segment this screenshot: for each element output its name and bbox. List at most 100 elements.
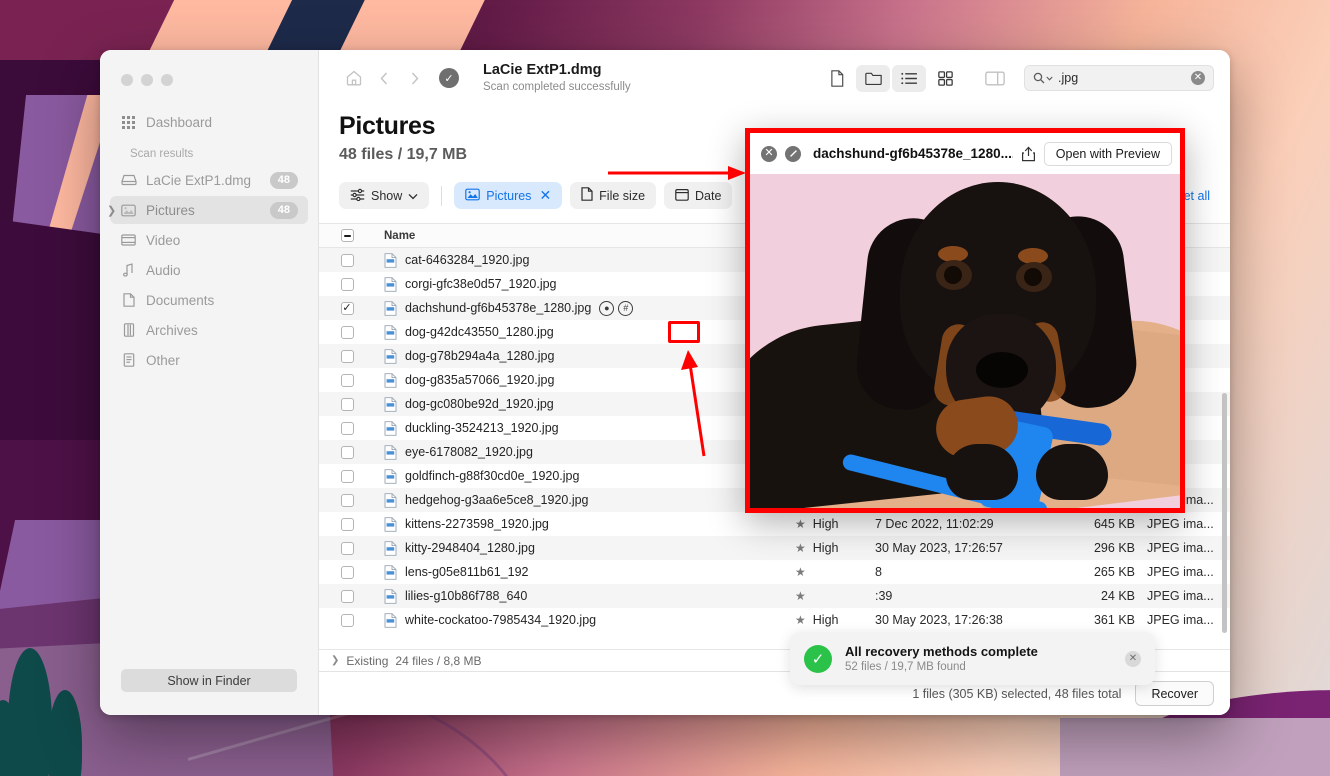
forward-button[interactable] xyxy=(399,63,429,93)
close-icon[interactable]: ✕ xyxy=(1125,650,1141,667)
grid-view-button[interactable] xyxy=(928,65,962,92)
disk-icon xyxy=(120,173,137,188)
filter-chip-label: File size xyxy=(599,188,646,203)
row-checkbox[interactable] xyxy=(340,517,354,531)
recoverability-value: High xyxy=(812,541,839,555)
filter-chip-label: Date xyxy=(695,188,722,203)
preview-header: ✕ dachshund-gf6b45378e_1280.... Open wit… xyxy=(750,133,1180,174)
home-icon[interactable] xyxy=(339,63,369,93)
jpeg-file-icon xyxy=(384,516,397,532)
cell-date: 30 May 2023, 17:26:57 xyxy=(875,541,1003,555)
table-row[interactable]: lilies-g10b86f788_640 ★:39 24 KB JPEG ima..… xyxy=(319,584,1230,608)
sidebar-item-archives[interactable]: Archives xyxy=(110,316,308,344)
sidebar-item-audio[interactable]: Audio xyxy=(110,256,308,284)
sliders-icon xyxy=(350,188,365,204)
cell-name: goldfinch-g88f30cd0e_1920.jpg xyxy=(367,468,795,484)
row-checkbox[interactable] xyxy=(340,493,354,507)
remove-filter-icon[interactable]: ✕ xyxy=(539,187,551,204)
table-row[interactable]: lens-g05e811b61_192 ★ 8 265 KB JPEG ima... xyxy=(319,560,1230,584)
table-row[interactable]: white-cockatoo-7985434_1920.jpg ★ High 30 M… xyxy=(319,608,1230,632)
sidebar-item-other[interactable]: Other xyxy=(110,346,308,374)
row-checkbox[interactable] xyxy=(340,565,354,579)
hash-icon[interactable]: # xyxy=(618,300,634,316)
pictures-icon xyxy=(120,203,137,218)
close-button[interactable] xyxy=(121,74,133,86)
row-checkbox[interactable] xyxy=(340,397,354,411)
table-row[interactable]: kittens-2273598_1920.jpg ★ High 7 Dec 2022,… xyxy=(319,512,1230,536)
search-icon xyxy=(1033,72,1053,84)
row-checkbox[interactable] xyxy=(340,253,354,267)
preview-title: dachshund-gf6b45378e_1280.... xyxy=(813,146,1013,161)
cell-recoverability: ★ High xyxy=(795,541,875,555)
sidebar-item-video[interactable]: Video xyxy=(110,226,308,254)
filter-chip-date[interactable]: Date xyxy=(664,182,733,209)
cell-name: cat-6463284_1920.jpg xyxy=(367,252,795,268)
file-view-button[interactable] xyxy=(820,65,854,92)
recover-button[interactable]: Recover xyxy=(1135,681,1214,706)
cell-name: lilies-g10b86f788_640 xyxy=(367,588,795,604)
image-dog-eye-left xyxy=(936,260,972,290)
table-row[interactable]: kitty-2948404_1280.jpg ★ High 30 May 2023, … xyxy=(319,536,1230,560)
show-filter-button[interactable]: Show xyxy=(339,182,430,209)
document-icon xyxy=(120,293,137,308)
grid-icon xyxy=(120,115,137,130)
chevron-right-icon[interactable]: ❯ xyxy=(107,204,116,217)
toolbar: ✓ LaCie ExtP1.dmg Scan completed success… xyxy=(319,50,1230,106)
close-circle-icon[interactable]: ✕ xyxy=(761,145,777,162)
jpeg-file-icon xyxy=(384,396,397,412)
row-checkbox[interactable] xyxy=(340,373,354,387)
folder-view-button[interactable] xyxy=(856,64,890,92)
row-checkbox[interactable] xyxy=(340,277,354,291)
back-button[interactable] xyxy=(369,63,399,93)
show-in-finder-button[interactable]: Show in Finder xyxy=(121,669,297,692)
cell-name: dog-g78b294a4a_1280.jpg xyxy=(367,348,795,364)
sidebar-item-dashboard[interactable]: Dashboard xyxy=(110,108,308,136)
search-clear-icon[interactable]: ✕ xyxy=(1191,71,1205,85)
row-checkbox[interactable] xyxy=(340,421,354,435)
cell-date: 8 xyxy=(875,565,882,579)
row-checkbox-cell xyxy=(327,589,367,603)
vertical-scrollbar[interactable] xyxy=(1222,393,1227,633)
no-entry-icon[interactable] xyxy=(785,145,801,162)
row-checkbox[interactable] xyxy=(340,469,354,483)
share-icon[interactable] xyxy=(1021,146,1036,162)
select-all-checkbox-cell xyxy=(327,229,367,242)
sidebar-item-documents[interactable]: Documents xyxy=(110,286,308,314)
window-title: LaCie ExtP1.dmg xyxy=(483,61,602,78)
file-name: lilies-g10b86f788_640 xyxy=(405,589,528,603)
row-checkbox[interactable] xyxy=(340,445,354,459)
cell-recoverability: ★ High xyxy=(795,613,875,627)
list-view-button[interactable] xyxy=(892,64,926,92)
star-icon: ★ xyxy=(795,613,806,627)
sidebar-item-pictures[interactable]: ❯ Pictures 48 xyxy=(107,196,308,224)
row-checkbox-cell xyxy=(327,349,367,363)
column-header-name[interactable]: Name xyxy=(367,230,795,242)
sidebar-panel-toggle-button[interactable] xyxy=(978,65,1012,92)
sidebar: Dashboard Scan results LaCie ExtP1.dmg 4… xyxy=(100,50,319,715)
row-checkbox[interactable] xyxy=(340,613,354,627)
sidebar-item-lacie-extp1-dmg[interactable]: LaCie ExtP1.dmg 48 xyxy=(110,166,308,194)
filter-chip-file-size[interactable]: File size xyxy=(570,182,657,209)
row-action-buttons: ● # xyxy=(599,300,634,316)
preview-image xyxy=(750,174,1180,508)
row-checkbox[interactable] xyxy=(340,301,354,315)
selection-status: 1 files (305 KB) selected, 48 files tota… xyxy=(912,686,1122,701)
row-checkbox[interactable] xyxy=(340,325,354,339)
preview-eye-icon[interactable]: ● xyxy=(599,300,615,316)
star-icon: ★ xyxy=(795,589,806,603)
toast-text-block: All recovery methods complete 52 files /… xyxy=(845,644,1038,673)
minimize-button[interactable] xyxy=(141,74,153,86)
chevron-right-icon[interactable]: ❯ xyxy=(331,655,339,666)
open-with-preview-button[interactable]: Open with Preview xyxy=(1043,141,1172,166)
search-field[interactable]: ✕ xyxy=(1024,65,1214,91)
row-checkbox[interactable] xyxy=(340,589,354,603)
image-dog-eye-right xyxy=(1016,262,1052,292)
search-input[interactable] xyxy=(1058,71,1186,85)
row-checkbox[interactable] xyxy=(340,541,354,555)
zoom-button[interactable] xyxy=(161,74,173,86)
row-checkbox[interactable] xyxy=(340,349,354,363)
filter-chip-pictures[interactable]: Pictures ✕ xyxy=(454,182,563,209)
select-all-checkbox[interactable] xyxy=(340,229,354,242)
sidebar-item-label: Audio xyxy=(146,262,181,278)
cell-size: 361 KB xyxy=(1093,613,1135,627)
